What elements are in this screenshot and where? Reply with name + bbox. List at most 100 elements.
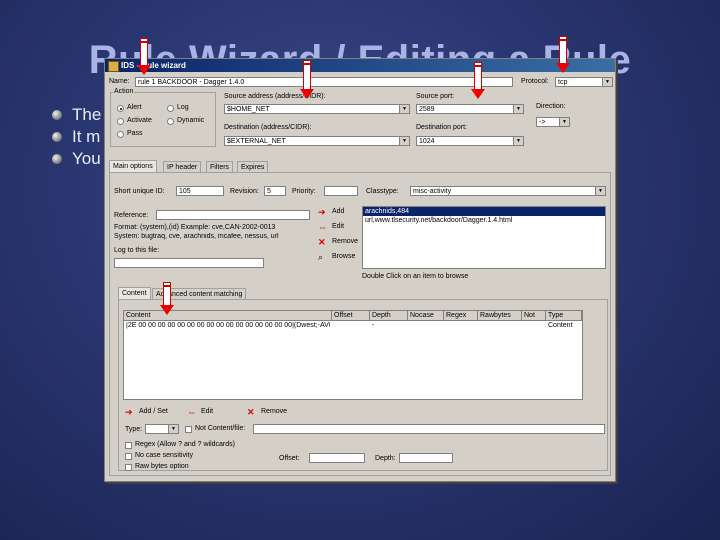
action-alert-radio[interactable] bbox=[117, 105, 124, 112]
callout-arrow-icon bbox=[137, 38, 151, 76]
chevron-down-icon[interactable]: ▼ bbox=[595, 187, 605, 195]
depth-col-header[interactable]: Depth bbox=[370, 311, 408, 321]
content-remove-button[interactable]: ✕ Remove bbox=[247, 407, 287, 417]
nocase-option-label: No case sensitivity bbox=[135, 452, 193, 459]
regex-checkbox[interactable] bbox=[125, 442, 132, 449]
rule-wizard-window: IDS - Rule wizard Name: rule 1 BACKDOOR … bbox=[104, 58, 616, 482]
action-activate-radio[interactable] bbox=[117, 118, 124, 125]
ref-add-button[interactable]: ➔ Add bbox=[318, 208, 344, 217]
callout-arrow-icon bbox=[160, 282, 174, 316]
action-group-label: Action bbox=[113, 88, 135, 95]
regex-option-label: Regex (Allow ? and ? wildcards) bbox=[135, 441, 235, 448]
magnifier-icon: ⌕ bbox=[318, 252, 324, 262]
source-port-select[interactable]: 2589 ▼ bbox=[416, 104, 524, 114]
content-col-header[interactable]: Content bbox=[124, 311, 332, 321]
content-table[interactable]: Content Offset Depth Nocase Regex Rawbyt… bbox=[123, 310, 583, 400]
revision-label: Revision: bbox=[230, 188, 259, 195]
source-port-value: 2589 bbox=[419, 106, 435, 113]
remove-x-icon: ✕ bbox=[247, 407, 255, 417]
chevron-down-icon[interactable]: ▼ bbox=[168, 425, 178, 433]
direction-value: -> bbox=[539, 119, 546, 126]
tab-expires[interactable]: Expires bbox=[237, 161, 269, 172]
main-options-panel: Short unique ID: 105 Revision: 5 Priorit… bbox=[109, 172, 611, 476]
bullet-item: It m bbox=[52, 126, 101, 148]
nocase-col-header[interactable]: Nocase bbox=[408, 311, 444, 321]
rule-name-input[interactable]: rule 1 BACKDOOR - Dagger 1.4.0 bbox=[135, 77, 513, 87]
content-edit-button[interactable]: ⇔ Edit bbox=[187, 407, 213, 417]
reference-input[interactable] bbox=[156, 210, 310, 220]
reference-system-hint: System: bugtraq, cve, arachnids, mcafee,… bbox=[114, 233, 279, 240]
window-titlebar[interactable]: IDS - Rule wizard bbox=[105, 59, 615, 72]
depth-label: Depth: bbox=[375, 455, 396, 462]
direction-label: Direction: bbox=[536, 103, 566, 110]
tab-main-options[interactable]: Main options bbox=[109, 160, 157, 172]
bullet-list: The It m You bbox=[52, 104, 101, 170]
sid-input[interactable]: 105 bbox=[176, 186, 224, 196]
bullet-text: It m bbox=[72, 127, 101, 146]
depth-cell: - bbox=[372, 322, 375, 329]
reference-format-hint: Format: (system),(id) Example: cve,CAN-2… bbox=[114, 224, 276, 231]
content-add-button[interactable]: ➔ Add / Set bbox=[125, 408, 168, 417]
rawbytes-col-header[interactable]: Rawbytes bbox=[478, 311, 522, 321]
chevron-down-icon[interactable]: ▼ bbox=[399, 105, 409, 113]
chevron-down-icon[interactable]: ▼ bbox=[513, 137, 523, 145]
protocol-select[interactable]: tcp ▼ bbox=[555, 77, 613, 87]
remove-x-icon: ✕ bbox=[318, 237, 326, 247]
tab-content[interactable]: Content bbox=[118, 287, 151, 299]
chevron-down-icon[interactable]: ▼ bbox=[602, 78, 612, 86]
action-dynamic-radio[interactable] bbox=[167, 118, 174, 125]
priority-input[interactable] bbox=[324, 186, 358, 196]
table-row[interactable]: |2E 00 00 00 00 00 00 00 00 00 00 00 00 … bbox=[124, 322, 582, 331]
logfile-input[interactable] bbox=[114, 258, 264, 268]
bullet-item: You bbox=[52, 148, 101, 170]
revision-input[interactable]: 5 bbox=[264, 186, 286, 196]
callout-arrow-icon bbox=[556, 36, 570, 74]
dblclick-hint: Double Click on an item to browse bbox=[362, 273, 469, 280]
content-input[interactable] bbox=[253, 424, 605, 434]
dest-port-value: 1024 bbox=[419, 138, 435, 145]
dest-address-label: Destination (address/CIDR): bbox=[224, 124, 312, 131]
classtype-value: misc-activity bbox=[413, 188, 452, 195]
action-pass-radio[interactable] bbox=[117, 131, 124, 138]
depth-input[interactable] bbox=[399, 453, 453, 463]
offset-input[interactable] bbox=[309, 453, 365, 463]
bullet-text: The bbox=[72, 105, 102, 124]
rawbytes-checkbox[interactable] bbox=[125, 464, 132, 471]
bullet-icon bbox=[52, 110, 62, 120]
action-log-radio[interactable] bbox=[167, 105, 174, 112]
chevron-down-icon[interactable]: ▼ bbox=[513, 105, 523, 113]
source-address-select[interactable]: $HOME_NET ▼ bbox=[224, 104, 410, 114]
classtype-select[interactable]: misc-activity ▼ bbox=[410, 186, 606, 196]
bullet-item: The bbox=[52, 104, 101, 126]
not-col-header[interactable]: Not bbox=[522, 311, 546, 321]
dest-address-value: $EXTERNAL_NET bbox=[227, 138, 286, 145]
nocase-checkbox[interactable] bbox=[125, 453, 132, 460]
ref-edit-button[interactable]: ⇔ Edit bbox=[318, 222, 344, 232]
bullet-icon bbox=[52, 154, 62, 164]
offset-col-header[interactable]: Offset bbox=[332, 311, 370, 321]
type-select[interactable]: ▼ bbox=[145, 424, 179, 434]
arrow-both-icon: ⇔ bbox=[318, 222, 327, 232]
action-alert-label: Alert bbox=[127, 104, 142, 111]
ref-browse-button[interactable]: ⌕ Browse bbox=[318, 252, 355, 262]
source-port-label: Source port: bbox=[416, 93, 455, 100]
reference-list[interactable]: arachnids,484 url,www.tlsecurity.net/bac… bbox=[362, 206, 606, 269]
dest-port-select[interactable]: 1024 ▼ bbox=[416, 136, 524, 146]
arrow-both-icon: ⇔ bbox=[187, 407, 196, 417]
dest-address-select[interactable]: $EXTERNAL_NET ▼ bbox=[224, 136, 410, 146]
action-log-label: Log bbox=[177, 104, 189, 111]
tab-filters[interactable]: Filters bbox=[206, 161, 234, 172]
bullet-icon bbox=[52, 132, 62, 142]
not-content-label: Not Content/file: bbox=[195, 425, 246, 432]
chevron-down-icon[interactable]: ▼ bbox=[559, 118, 569, 126]
type-col-header[interactable]: Type bbox=[546, 311, 582, 321]
not-content-checkbox[interactable] bbox=[185, 426, 192, 433]
direction-select[interactable]: -> ▼ bbox=[536, 117, 570, 127]
tab-ip-header[interactable]: IP header bbox=[163, 161, 202, 172]
reference-item[interactable]: url,www.tlsecurity.net/backdoor/Dagger.1… bbox=[363, 216, 605, 225]
ref-remove-button[interactable]: ✕ Remove bbox=[318, 237, 358, 247]
chevron-down-icon[interactable]: ▼ bbox=[399, 137, 409, 145]
regex-col-header[interactable]: Regex bbox=[444, 311, 478, 321]
reference-item[interactable]: arachnids,484 bbox=[363, 207, 605, 216]
classtype-label: Classtype: bbox=[366, 188, 399, 195]
